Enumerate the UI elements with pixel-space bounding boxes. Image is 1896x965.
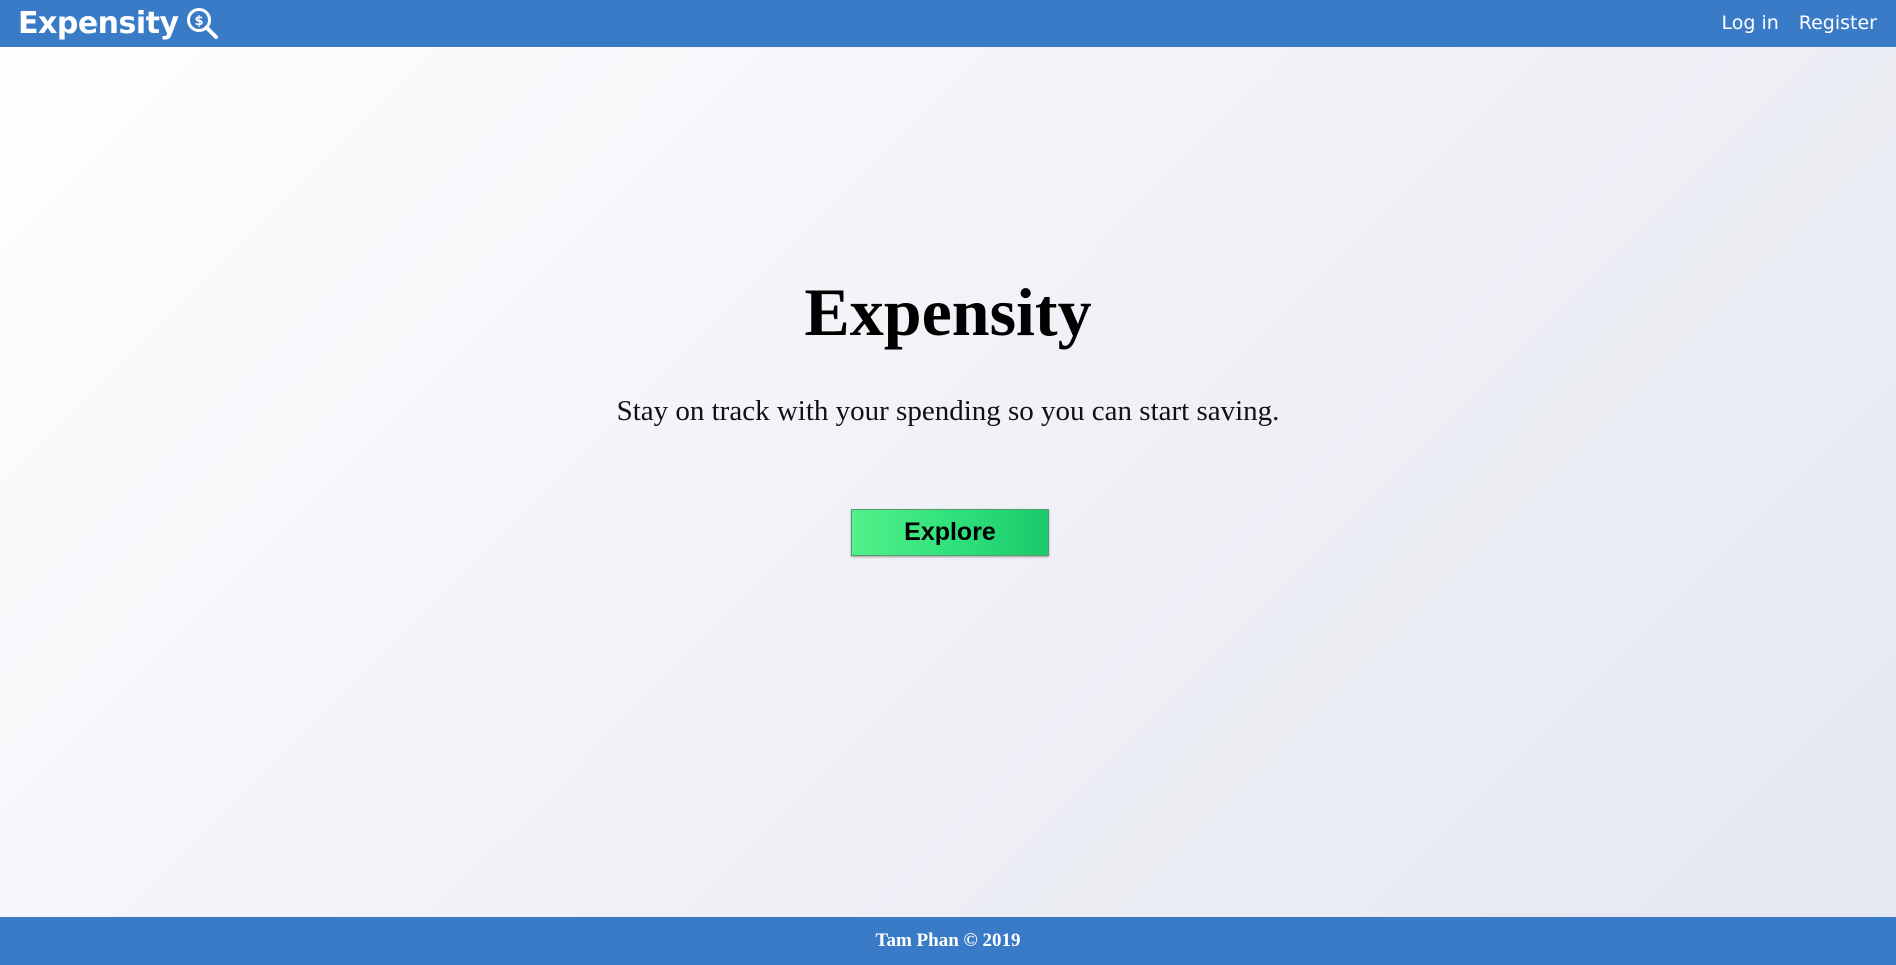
explore-button[interactable]: Explore <box>851 509 1049 556</box>
hero-title: Expensity <box>804 274 1092 350</box>
nav-links: Log in Register <box>1701 0 1877 47</box>
hero-section <box>0 47 1896 917</box>
brand-name: Expensity <box>18 6 179 41</box>
footer-copyright: Tam Phan © 2019 <box>875 930 1021 951</box>
register-link[interactable]: Register <box>1799 0 1877 47</box>
login-link[interactable]: Log in <box>1721 0 1778 47</box>
footer: Tam Phan © 2019 <box>0 917 1896 965</box>
top-navbar: Expensity $ Log in Register <box>0 0 1896 47</box>
brand-logo-link[interactable]: Expensity $ <box>18 0 219 47</box>
magnifier-dollar-icon: $ <box>185 7 219 41</box>
hero-subtitle: Stay on track with your spending so you … <box>616 395 1280 427</box>
svg-text:$: $ <box>194 14 203 29</box>
